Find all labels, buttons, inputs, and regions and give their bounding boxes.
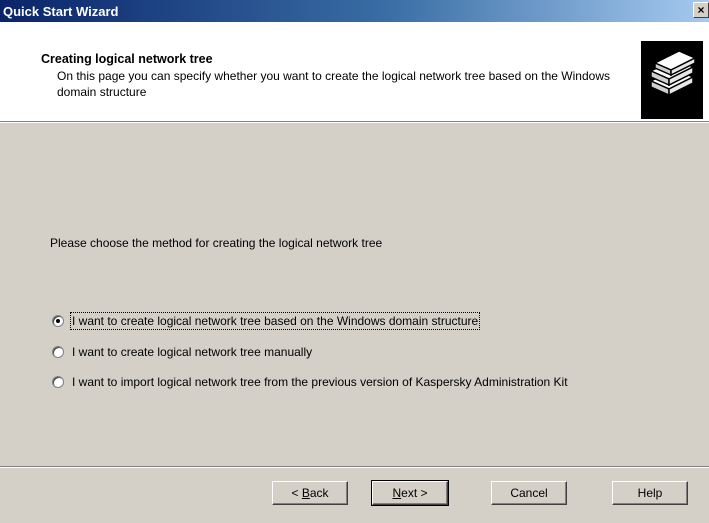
header-separator	[0, 121, 709, 123]
option-domain-structure[interactable]: I want to create logical network tree ba…	[52, 312, 481, 330]
option-manual[interactable]: I want to create logical network tree ma…	[52, 345, 312, 359]
option-label[interactable]: I want to import logical network tree fr…	[72, 375, 568, 389]
radio-button-checked[interactable]	[52, 315, 64, 327]
footer-separator	[0, 466, 709, 468]
method-prompt: Please choose the method for creating th…	[50, 236, 383, 250]
radio-button[interactable]	[52, 346, 64, 358]
page-title: Creating logical network tree	[41, 52, 213, 66]
help-button[interactable]: Help	[612, 481, 688, 505]
wizard-header: Creating logical network tree On this pa…	[0, 22, 709, 121]
close-icon: ×	[697, 3, 705, 17]
close-button[interactable]: ×	[693, 2, 709, 18]
back-button[interactable]: < Back	[272, 481, 348, 505]
next-button[interactable]: Next >	[371, 480, 449, 506]
title-bar: Quick Start Wizard ×	[0, 0, 709, 22]
page-description: On this page you can specify whether you…	[57, 69, 610, 99]
option-label[interactable]: I want to create logical network tree ma…	[72, 345, 312, 359]
option-label[interactable]: I want to create logical network tree ba…	[69, 312, 481, 330]
cancel-button[interactable]: Cancel	[491, 481, 567, 505]
window-title: Quick Start Wizard	[3, 4, 119, 19]
radio-button[interactable]	[52, 376, 64, 388]
books-stack-icon	[641, 41, 703, 119]
option-import[interactable]: I want to import logical network tree fr…	[52, 375, 568, 389]
